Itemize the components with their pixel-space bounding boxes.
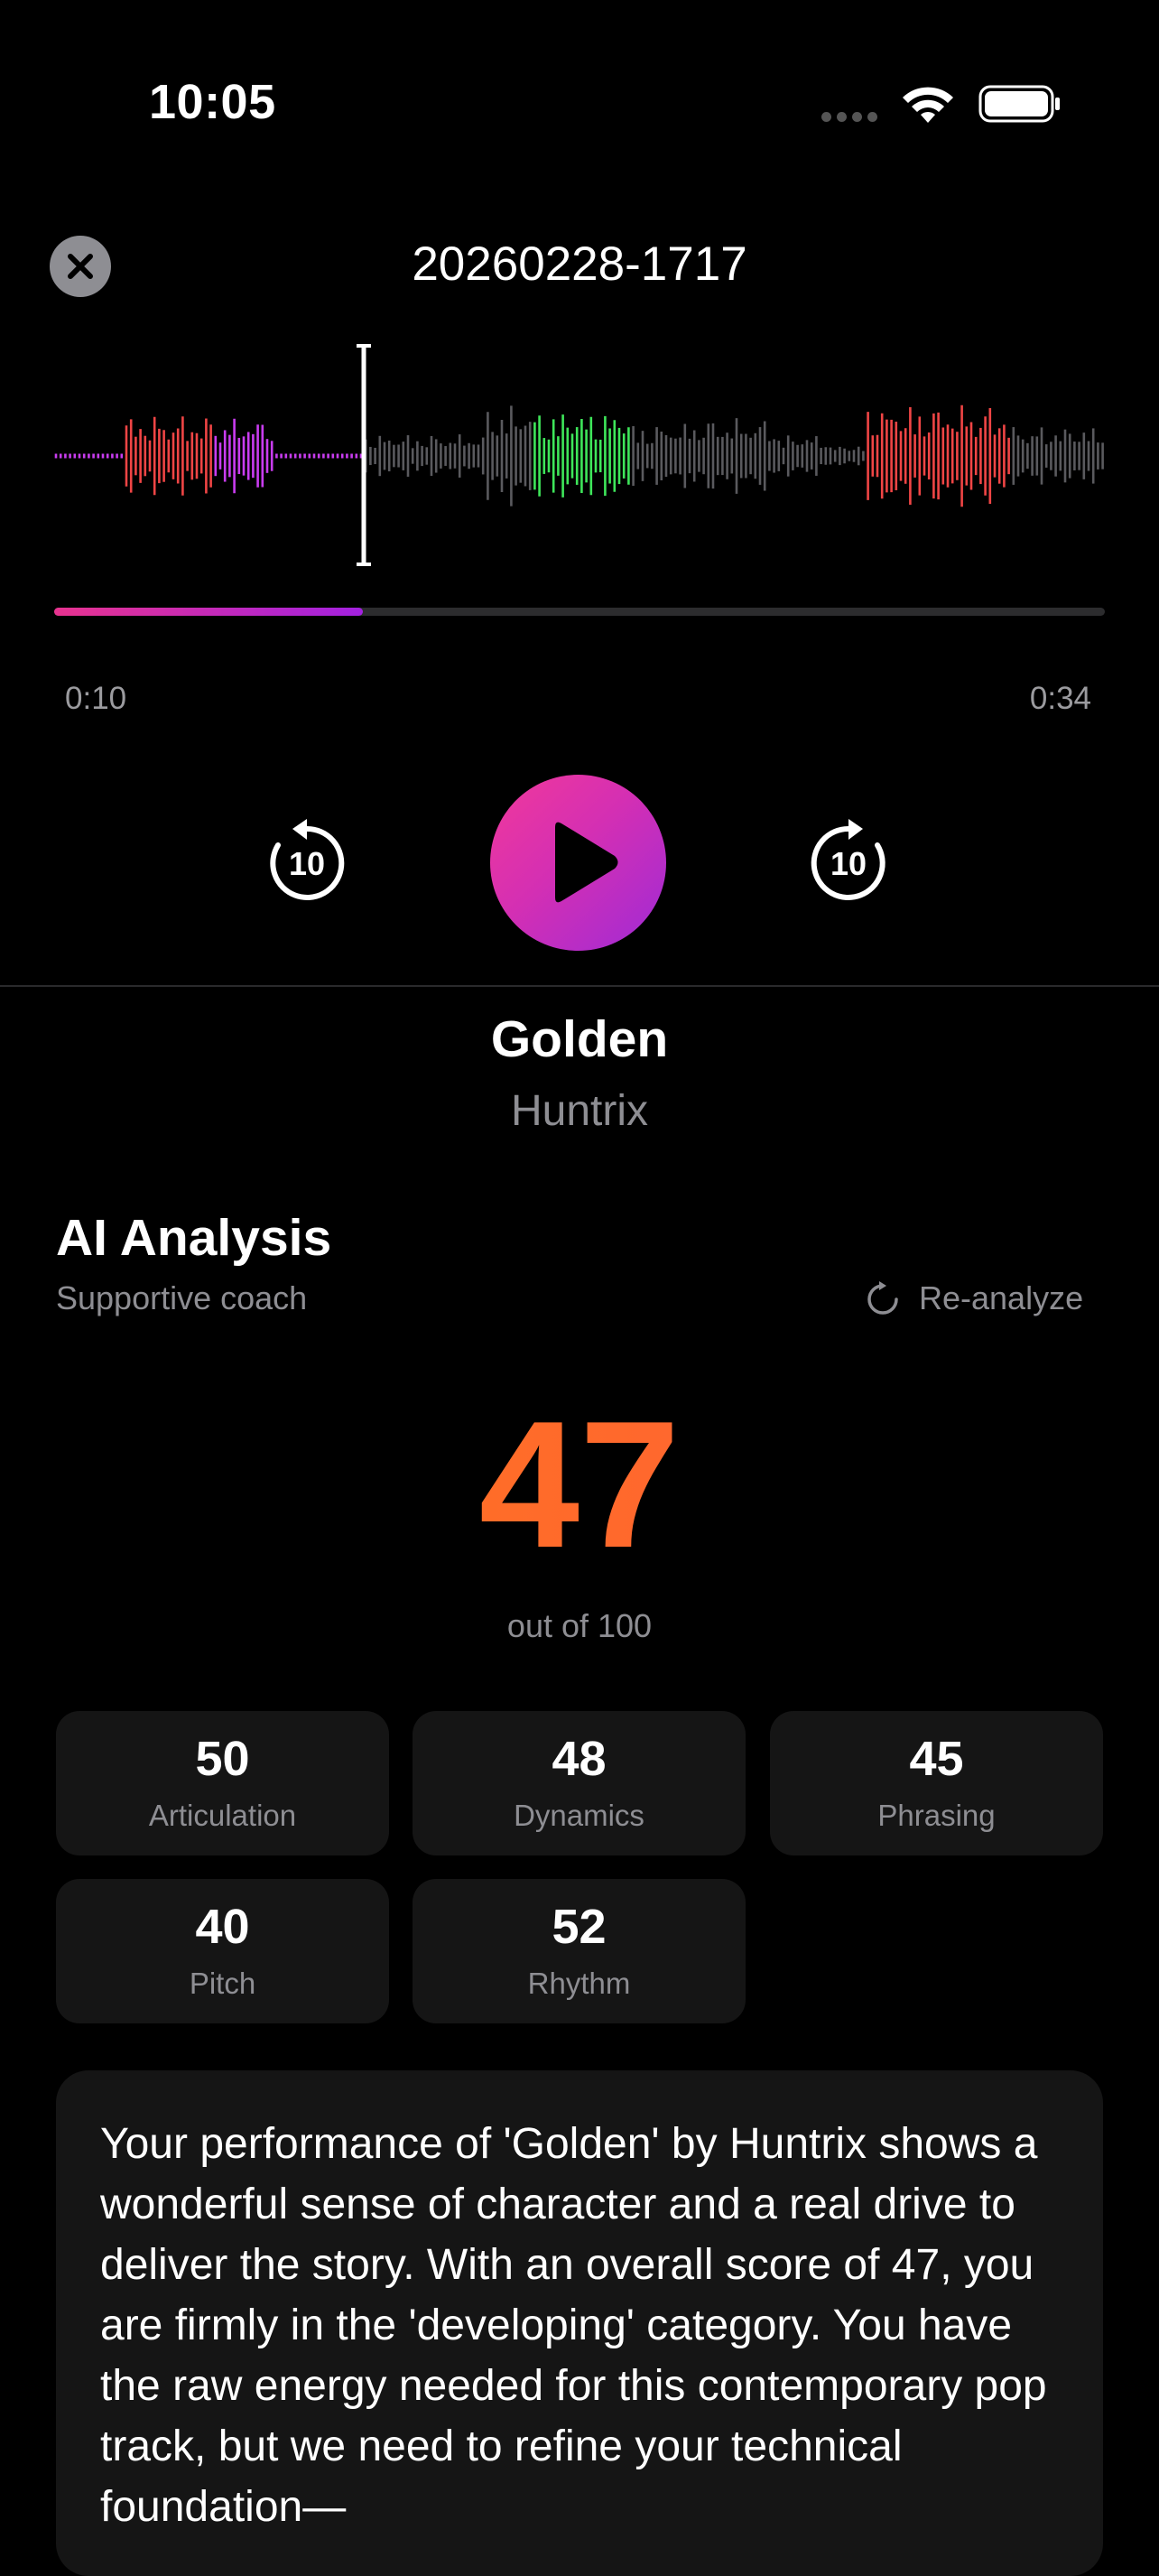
metric-card-articulation: 50 Articulation bbox=[56, 1711, 389, 1855]
song-title: Golden bbox=[490, 1010, 669, 1068]
battery-icon bbox=[978, 85, 1060, 123]
refresh-icon bbox=[867, 1281, 898, 1315]
feedback-text: Your performance of 'Golden' by Huntrix … bbox=[100, 2120, 1047, 2531]
svg-text:10: 10 bbox=[289, 845, 325, 882]
metric-label: Articulation bbox=[148, 1799, 297, 1832]
forward-10-icon[interactable]: 10 bbox=[803, 816, 894, 907]
reanalyze-button[interactable]: Re-analyze bbox=[867, 1277, 1083, 1320]
metric-label: Dynamics bbox=[514, 1799, 644, 1832]
metric-card-pitch: 40 Pitch bbox=[56, 1879, 389, 2023]
section-divider bbox=[0, 985, 1159, 987]
metric-value: 50 bbox=[195, 1732, 250, 1786]
play-button[interactable] bbox=[490, 775, 666, 951]
analysis-title: AI Analysis bbox=[56, 1209, 332, 1267]
metric-card-dynamics: 48 Dynamics bbox=[413, 1711, 746, 1855]
total-duration: 0:34 bbox=[1029, 681, 1091, 716]
progress-track[interactable] bbox=[54, 608, 1105, 616]
metric-value: 45 bbox=[909, 1732, 964, 1786]
analysis-subtitle: Supportive coach bbox=[56, 1279, 308, 1316]
play-icon bbox=[555, 822, 618, 903]
score-caption: out of 100 bbox=[506, 1607, 653, 1644]
elapsed-time: 0:10 bbox=[65, 681, 127, 716]
overall-score: 47 bbox=[0, 1395, 1159, 1576]
metric-card-rhythm: 52 Rhythm bbox=[413, 1879, 746, 2023]
waveform-scrubber[interactable] bbox=[54, 339, 1105, 573]
feedback-card: Your performance of 'Golden' by Huntrix … bbox=[56, 2070, 1103, 2576]
metric-value: 52 bbox=[552, 1900, 607, 1954]
rewind-10-icon[interactable]: 10 bbox=[262, 816, 352, 907]
metric-value: 40 bbox=[195, 1900, 250, 1954]
svg-text:10: 10 bbox=[830, 845, 867, 882]
metric-label: Rhythm bbox=[527, 1967, 631, 2000]
cellular-signal-icon bbox=[821, 110, 885, 123]
metric-card-phrasing: 45 Phrasing bbox=[770, 1711, 1103, 1855]
playhead[interactable] bbox=[357, 344, 371, 566]
metric-value: 48 bbox=[552, 1732, 607, 1786]
wifi-icon bbox=[903, 87, 953, 123]
metric-label: Pitch bbox=[189, 1967, 256, 2000]
status-time: 10:05 bbox=[149, 75, 276, 129]
metric-label: Phrasing bbox=[877, 1799, 996, 1832]
reanalyze-label: Re-analyze bbox=[919, 1279, 1084, 1316]
recording-title: 20260228-1717 bbox=[412, 237, 747, 291]
song-artist: Huntrix bbox=[510, 1087, 649, 1135]
progress-fill bbox=[54, 608, 364, 616]
